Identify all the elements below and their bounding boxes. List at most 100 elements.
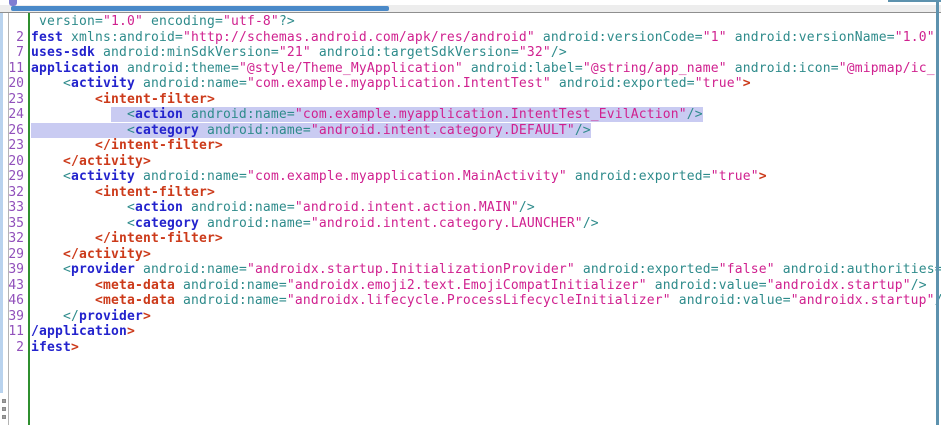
code-line-text: uses-sdk android:minSdkVersion="21" andr… xyxy=(31,45,567,61)
code-token xyxy=(31,262,63,277)
code-token xyxy=(31,14,39,29)
code-token: "androidx.startup" xyxy=(791,293,935,308)
selected-token: /> xyxy=(687,107,703,122)
code-line[interactable]: 11application android:theme="@style/Them… xyxy=(0,61,941,77)
code-line-text: <category android:name="android.intent.c… xyxy=(31,216,599,232)
code-line[interactable]: 29 <activity android:name="com.example.m… xyxy=(0,169,941,185)
selected-token: "com.example.myapplication.IntentTest_Ev… xyxy=(295,107,687,122)
code-line[interactable]: 23 <intent-filter> xyxy=(0,92,941,108)
code-token: <meta-data xyxy=(95,293,175,308)
code-line-text: <meta-data android:name="androidx.lifecy… xyxy=(31,293,941,309)
code-token xyxy=(183,200,191,215)
code-token: > xyxy=(71,340,79,355)
code-line[interactable]: 7uses-sdk android:minSdkVersion="21" and… xyxy=(0,45,941,61)
code-area[interactable]: version="1.0" encoding="utf-8"?>2fest xm… xyxy=(0,13,941,425)
code-line[interactable]: 2fest xmlns:android="http://schemas.andr… xyxy=(0,30,941,46)
code-token: </activity> xyxy=(63,154,151,169)
code-token xyxy=(551,76,559,91)
code-token: > xyxy=(759,169,767,184)
code-line[interactable]: 20 <activity android:name="com.example.m… xyxy=(0,76,941,92)
code-line[interactable]: 29 </activity> xyxy=(0,247,941,263)
splitter-grip-dot[interactable] xyxy=(2,407,6,411)
code-token: android:value xyxy=(655,278,759,293)
code-line[interactable]: 32 <intent-filter> xyxy=(0,185,941,201)
code-line-text: version="1.0" encoding="utf-8"?> xyxy=(31,14,295,30)
code-token: android:minSdkVersion xyxy=(103,45,271,60)
splitter-grip-dot[interactable] xyxy=(2,415,6,419)
code-token xyxy=(31,200,127,215)
code-token: android:name xyxy=(143,76,239,91)
code-token xyxy=(775,262,783,277)
code-token: "@string/app_name" xyxy=(583,61,727,76)
code-token: ifest xyxy=(31,340,71,355)
selected-token: "android.intent.category.DEFAULT" xyxy=(311,123,575,138)
code-line[interactable]: 24 <action android:name="com.example.mya… xyxy=(0,107,941,123)
code-line[interactable]: 43 <meta-data android:name="androidx.emo… xyxy=(0,278,941,294)
code-line[interactable]: 46 <meta-data android:name="androidx.lif… xyxy=(0,293,941,309)
code-token: "@mipmap/ic_ xyxy=(839,61,935,76)
code-token: = xyxy=(687,76,695,91)
code-line-text: </provider> xyxy=(31,309,151,325)
code-token: android:exported xyxy=(559,76,687,91)
horizontal-scrollbar-thumb[interactable] xyxy=(11,6,389,11)
code-token: > xyxy=(743,76,751,91)
code-token: = xyxy=(279,278,287,293)
code-token: encoding xyxy=(151,14,215,29)
code-line-text: <intent-filter> xyxy=(31,92,215,108)
line-number: 29 xyxy=(0,247,24,263)
horizontal-scrollbar[interactable] xyxy=(0,5,941,13)
code-token: /> xyxy=(519,200,535,215)
code-token: "androidx.startup" xyxy=(767,278,911,293)
code-token: android:label xyxy=(471,61,575,76)
code-line[interactable]: 32 </intent-filter> xyxy=(0,231,941,247)
code-line[interactable]: 11/application> xyxy=(0,324,941,340)
splitter-grip-dot[interactable] xyxy=(2,399,6,403)
code-token: </intent-filter> xyxy=(95,138,223,153)
code-line[interactable]: 2ifest> xyxy=(0,340,941,356)
line-number: 32 xyxy=(0,185,24,201)
code-token: android:theme xyxy=(127,61,231,76)
code-token: android:exported xyxy=(583,262,711,277)
code-token: = xyxy=(287,200,295,215)
code-token xyxy=(647,278,655,293)
line-number: 33 xyxy=(0,200,24,216)
code-token: "1.0" xyxy=(895,30,935,45)
code-token: fest xyxy=(31,30,63,45)
selected-token: /> xyxy=(575,123,591,138)
code-token: = xyxy=(511,45,519,60)
line-number: 35 xyxy=(0,216,24,232)
code-token: = xyxy=(175,30,183,45)
code-token: ?> xyxy=(279,14,295,29)
code-token: android:authorities xyxy=(783,262,935,277)
code-line[interactable]: 33 <action android:name="android.intent.… xyxy=(0,200,941,216)
code-token: "1" xyxy=(703,30,727,45)
code-line-text: <category android:name="android.intent.c… xyxy=(31,123,591,139)
code-line[interactable]: 23 </intent-filter> xyxy=(0,138,941,154)
code-token: = xyxy=(239,76,247,91)
selected-token xyxy=(183,107,191,122)
code-token: version xyxy=(39,14,95,29)
code-token: android:name xyxy=(183,278,279,293)
code-token: android:name xyxy=(143,169,239,184)
code-token: "true" xyxy=(711,169,759,184)
code-line[interactable]: 39 <provider android:name="androidx.star… xyxy=(0,262,941,278)
code-token: android:name xyxy=(191,200,287,215)
code-line-text: <provider android:name="androidx.startup… xyxy=(31,262,941,278)
selected-token: = xyxy=(287,107,295,122)
code-line[interactable]: 20 </activity> xyxy=(0,154,941,170)
code-token xyxy=(135,169,143,184)
code-line[interactable]: 35 <category android:name="android.inten… xyxy=(0,216,941,232)
code-token: "@style/Theme_MyApplication" xyxy=(239,61,463,76)
code-token: </ xyxy=(63,309,79,324)
selected-token xyxy=(199,123,207,138)
code-line[interactable]: 26 <category android:name="android.inten… xyxy=(0,123,941,139)
code-token: "21" xyxy=(279,45,311,60)
code-token: < xyxy=(63,169,71,184)
code-token xyxy=(31,154,63,169)
code-token: < xyxy=(63,262,71,277)
code-token: provider xyxy=(79,309,143,324)
code-line[interactable]: 39 </provider> xyxy=(0,309,941,325)
code-token: = xyxy=(783,293,791,308)
code-line[interactable]: version="1.0" encoding="utf-8"?> xyxy=(0,14,941,30)
code-token: action xyxy=(135,200,183,215)
